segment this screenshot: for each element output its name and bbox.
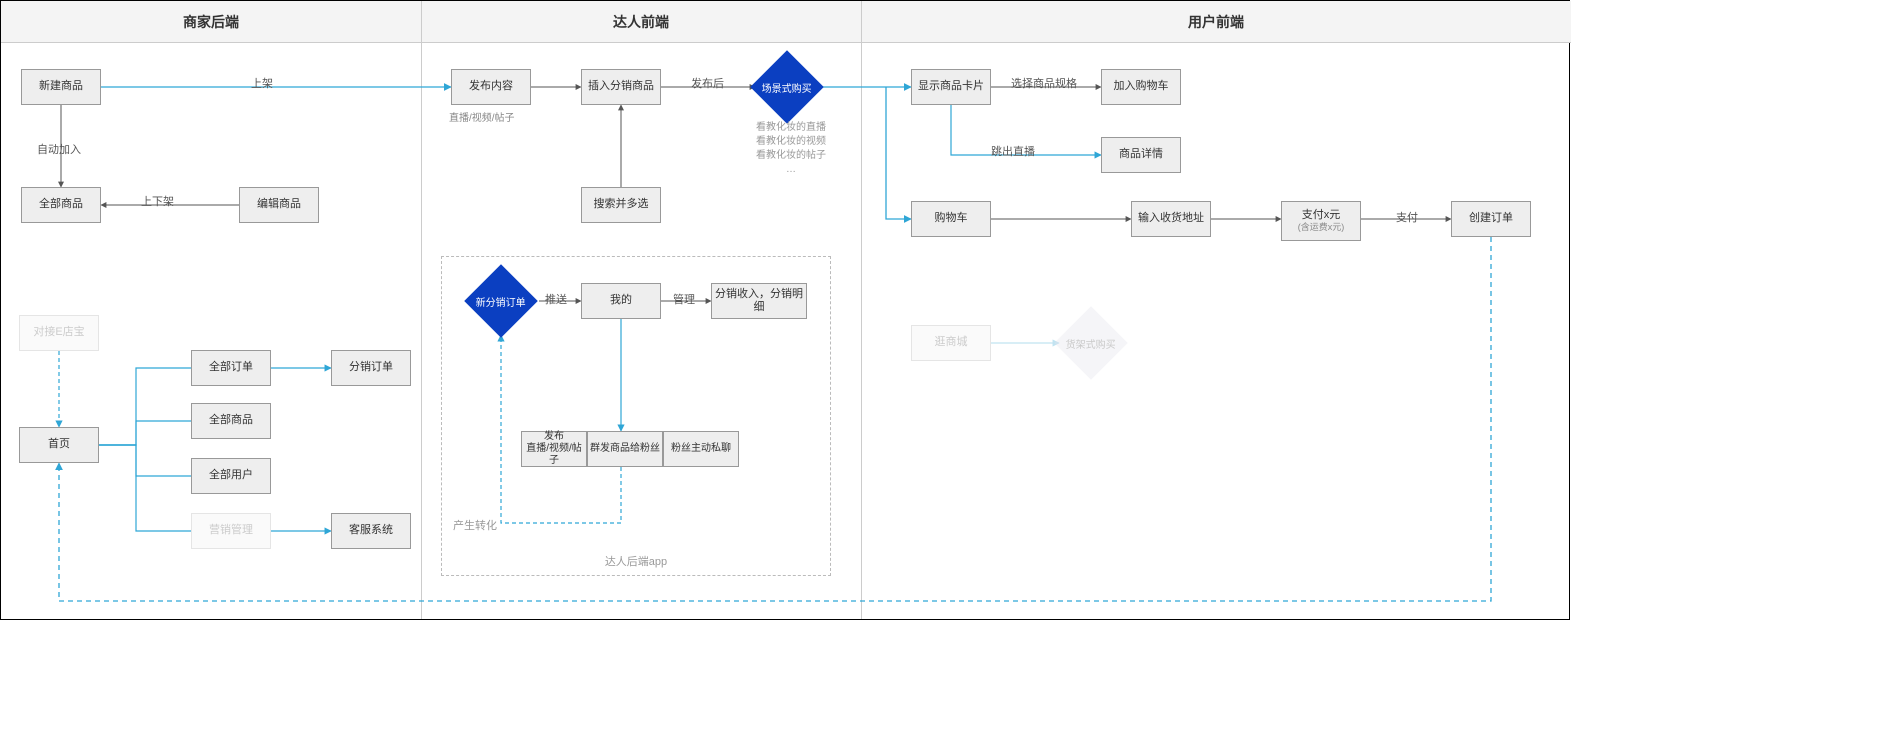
node-edianbao: 对接E店宝: [19, 315, 99, 351]
label-publish-sub: 直播/视频/帖子: [449, 109, 515, 124]
node-all-orders: 全部订单: [191, 350, 271, 386]
label-convert: 产生转化: [453, 517, 497, 533]
lane-divider: [861, 1, 862, 619]
node-mine: 我的: [581, 283, 661, 319]
diamond-scene-buy: 场景式购买: [750, 50, 824, 124]
label-push: 推送: [545, 291, 567, 307]
lane-header-merchant: 商家后端: [1, 1, 421, 43]
node-cart: 购物车: [911, 201, 991, 237]
node-back-mall: 逛商城: [911, 325, 991, 361]
label-auto-join: 自动加入: [37, 141, 81, 157]
node-all-products: 全部商品: [21, 187, 101, 223]
node-marketing: 营销管理: [191, 513, 271, 549]
node-publish: 发布内容: [451, 69, 531, 105]
node-pay: 支付x元 (含运费x元): [1281, 201, 1361, 241]
node-input-addr: 输入收货地址: [1131, 201, 1211, 237]
lane-title: 商家后端: [183, 12, 239, 32]
node-mass-send: 群发商品给粉丝: [587, 431, 663, 467]
flowchart-canvas: 商家后端 达人前端 用户前端: [0, 0, 1570, 620]
node-fan-dm: 粉丝主动私聊: [663, 431, 739, 467]
diamond-shelf-buy: 货架式购买: [1054, 306, 1128, 380]
label-shelf: 上下架: [141, 193, 174, 209]
node-edit-product: 编辑商品: [239, 187, 319, 223]
node-cs-system: 客服系统: [331, 513, 411, 549]
lane-title: 用户前端: [1188, 12, 1244, 32]
node-pub-live: 发布 直播/视频/帖子: [521, 431, 587, 467]
node-all-users: 全部用户: [191, 458, 271, 494]
node-new-product: 新建商品: [21, 69, 101, 105]
node-create-order: 创建订单: [1451, 201, 1531, 237]
lane-title: 达人前端: [613, 12, 669, 32]
node-insert-goods: 插入分销商品: [581, 69, 661, 105]
node-search-select: 搜索并多选: [581, 187, 661, 223]
label-select-spec: 选择商品规格: [1011, 75, 1077, 91]
label-manage: 管理: [673, 291, 695, 307]
node-product-detail: 商品详情: [1101, 137, 1181, 173]
node-add-cart: 加入购物车: [1101, 69, 1181, 105]
lane-divider: [421, 1, 422, 619]
label-jump-live: 跳出直播: [991, 143, 1035, 159]
group-label: 达人后端app: [442, 553, 830, 569]
label-after-publish: 发布后: [691, 75, 724, 91]
note-scene: 看教化妆的直播 看教化妆的视频 看教化妆的帖子 …: [731, 121, 851, 177]
node-show-card: 显示商品卡片: [911, 69, 991, 105]
lane-header-user: 用户前端: [861, 1, 1571, 43]
node-dist-orders: 分销订单: [331, 350, 411, 386]
lane-header-creator: 达人前端: [421, 1, 861, 43]
label-list: 上架: [251, 75, 273, 91]
node-all-products2: 全部商品: [191, 403, 271, 439]
node-home: 首页: [19, 427, 99, 463]
node-dist-income: 分销收入，分销明细: [711, 283, 807, 319]
label-pay: 支付: [1396, 209, 1418, 225]
